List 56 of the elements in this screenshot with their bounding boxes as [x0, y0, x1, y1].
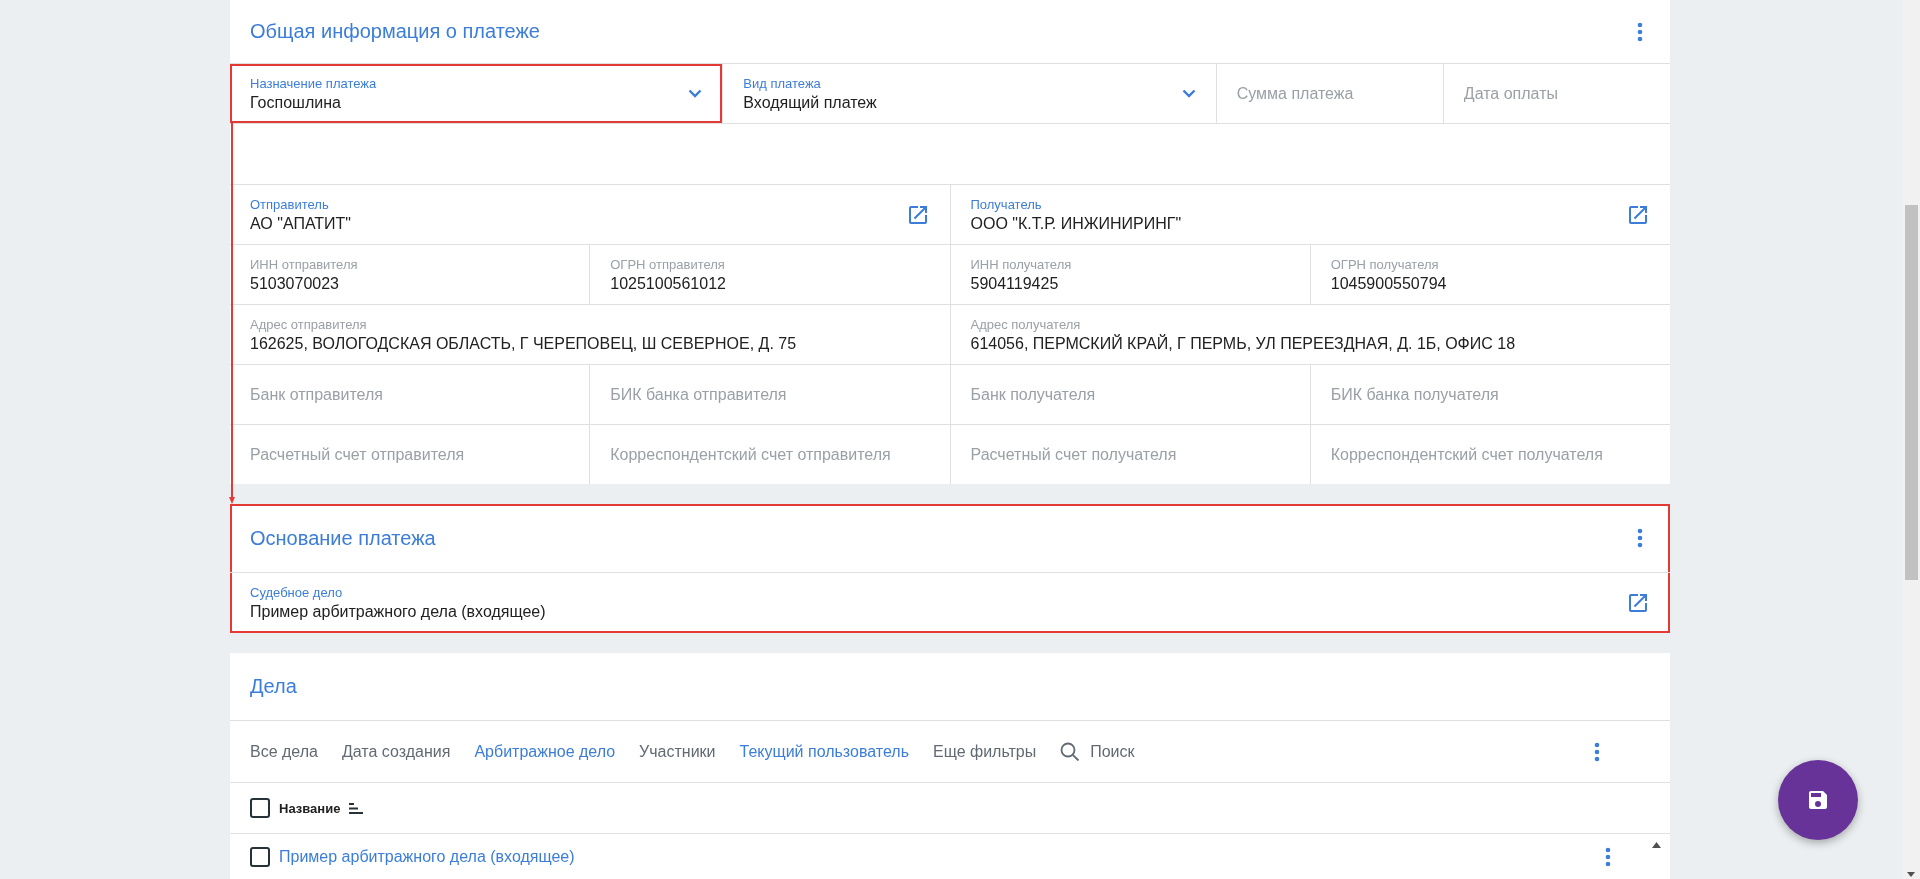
field-value: 614056, ПЕРМСКИЙ КРАЙ, Г ПЕРМЬ, УЛ ПЕРЕЕЗДНАЯ, Д. 1Б, ОФИС 18	[970, 334, 1517, 353]
section-title: Общая информация о платеже	[250, 20, 540, 43]
field-value: 1025100561012	[610, 274, 727, 293]
filter-button[interactable]: Арбитражное дело	[474, 742, 616, 761]
field-label: ИНН отправителя	[250, 256, 359, 272]
scrollbar[interactable]	[1903, 0, 1920, 879]
chevron-down-icon[interactable]	[688, 89, 703, 98]
input-field[interactable]: БИК банка получателя	[1310, 365, 1670, 424]
section-title: Основание платежа	[250, 526, 436, 550]
field-label: Адрес получателя	[970, 316, 1082, 332]
filter-button[interactable]: Дата создания	[341, 742, 451, 761]
checkbox[interactable]	[250, 798, 270, 818]
more-options-icon[interactable]	[1594, 741, 1600, 762]
input-field[interactable]: Банк отправителя	[230, 365, 590, 424]
save-button[interactable]	[1778, 760, 1858, 840]
input-field[interactable]: Корреспондентский счет отправителя	[590, 425, 950, 484]
filter-button[interactable]: Участники	[639, 742, 716, 761]
filter-button[interactable]: Еще фильтры	[932, 742, 1037, 761]
field-value: 1045900550794	[1330, 274, 1448, 293]
input-field[interactable]: Банк получателя	[950, 365, 1310, 424]
column-header: Название	[279, 800, 341, 816]
field-value: Пример арбитражного дела (входящее)	[250, 603, 547, 621]
field-label: ОГРН получателя	[1330, 256, 1440, 272]
section-title: Дела	[250, 675, 297, 698]
checkbox[interactable]	[250, 847, 270, 867]
search-icon	[1060, 741, 1081, 762]
filter-button[interactable]: Все дела	[250, 742, 318, 761]
field-value: АО "АПАТИТ"	[250, 214, 353, 233]
more-options-icon[interactable]	[1605, 847, 1611, 867]
input-field[interactable]: Корреспондентский счет получателя	[1310, 425, 1670, 484]
field-value: 5103070023	[250, 274, 340, 293]
input-field[interactable]: Расчетный счет отправителя	[230, 425, 590, 484]
filter-button[interactable]: Текущий пользователь	[739, 742, 909, 761]
field-label: ОГРН отправителя	[610, 256, 726, 272]
more-options-icon[interactable]	[1637, 21, 1643, 42]
field-label: Судебное дело	[250, 585, 344, 600]
input-field[interactable]: БИК банка отправителя	[590, 365, 950, 424]
more-options-icon[interactable]	[1637, 528, 1643, 548]
external-link-icon[interactable]	[1626, 591, 1650, 615]
field-value: 162625, ВОЛОГОДСКАЯ ОБЛАСТЬ, Г ЧЕРЕПОВЕЦ, Ш СЕВЕРНОЕ, Д. 75	[250, 334, 798, 353]
case-link[interactable]: Пример арбитражного дела (входящее)	[279, 848, 1596, 866]
select-field[interactable]: Назначение платежа Госпошлина	[230, 64, 723, 123]
field-value: 5904119425	[970, 274, 1060, 293]
field-label: Адрес отправителя	[250, 316, 368, 332]
input-field[interactable]: Сумма платежа	[1216, 64, 1443, 123]
select-field[interactable]: Вид платежа Входящий платеж	[722, 64, 1216, 123]
input-field[interactable]: Расчетный счет получателя	[950, 425, 1310, 484]
chevron-down-icon[interactable]	[1181, 89, 1196, 98]
scroll-up-icon[interactable]	[1652, 842, 1661, 848]
field-label: Отправитель	[250, 196, 330, 212]
field-label: Получатель	[970, 196, 1043, 212]
field-value: ООО "К.Т.Р. ИНЖИНИРИНГ"	[970, 214, 1183, 233]
input-field[interactable]: Дата оплаты	[1443, 64, 1670, 123]
sort-icon[interactable]	[349, 802, 364, 814]
field-label: ИНН получателя	[970, 256, 1073, 272]
search-field[interactable]: Поиск	[1090, 736, 1570, 767]
